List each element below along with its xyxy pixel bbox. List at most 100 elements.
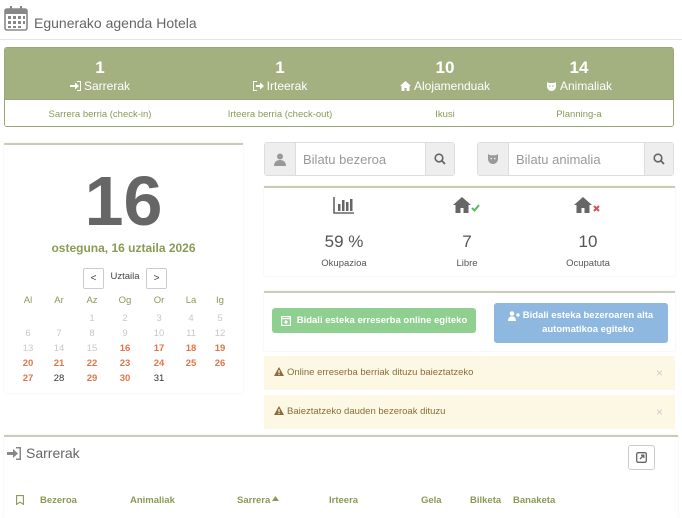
stat-value: 1 xyxy=(275,58,285,77)
calendar-day[interactable]: 31 xyxy=(143,373,175,384)
calendar-day[interactable]: 27 xyxy=(12,373,44,384)
stat-label: Sarrerak xyxy=(83,79,130,93)
weekday-label: Ig xyxy=(216,295,224,306)
external-link-icon xyxy=(636,452,647,463)
alert-text: Baieztatzeko dauden bezeroak dituzu xyxy=(287,406,446,417)
column-header-checkin[interactable]: Sarrera xyxy=(237,495,280,506)
prev-month-button[interactable]: < xyxy=(83,268,104,289)
bar-chart-icon xyxy=(333,197,354,214)
link-planning[interactable]: Planning-a xyxy=(479,109,673,120)
calendar-day[interactable]: 5 xyxy=(204,313,236,324)
current-day-number: 16 xyxy=(84,162,163,240)
section-title: Sarrerak xyxy=(26,445,80,461)
occupied-label: Ocupatuta xyxy=(566,258,610,269)
weekday-label: Ar xyxy=(54,295,64,306)
month-label: Uztaila xyxy=(110,271,140,282)
date-panel: 16 osteguna, 16 uztaila 2026 < Uztaila >… xyxy=(4,143,243,393)
stat-label: Animaliak xyxy=(559,79,613,93)
calendar-day[interactable]: 3 xyxy=(143,313,175,324)
home-check-icon xyxy=(453,197,480,213)
calendar-day-today[interactable]: 16 xyxy=(109,343,141,354)
calendar-plus-icon xyxy=(280,316,291,326)
summary-stats: 1 Sarrerak 1 Irteerak 10 Alojamenduak 14… xyxy=(5,48,673,99)
warning-icon xyxy=(274,367,284,376)
weekday-label: Og xyxy=(118,295,132,306)
calendar-day[interactable]: 19 xyxy=(204,343,236,354)
page-title: Egunerako agenda Hotela xyxy=(34,15,197,31)
column-header-delivery[interactable]: Banaketa xyxy=(513,495,555,506)
alert-online-bookings: Online erreserba berriak dituzu baieztat… xyxy=(264,356,675,390)
column-header-pickup[interactable]: Bilketa xyxy=(470,495,501,506)
calendar-day[interactable]: 11 xyxy=(175,328,207,339)
stat-label: Irteerak xyxy=(266,79,308,93)
occupied-value: 10 xyxy=(578,232,598,251)
animal-search-button[interactable] xyxy=(644,143,673,175)
calendar-day[interactable]: 23 xyxy=(109,358,141,369)
calendar-day[interactable]: 29 xyxy=(76,373,108,384)
column-header-checkout[interactable]: Irteera xyxy=(329,495,358,506)
close-icon[interactable]: × xyxy=(656,366,663,380)
calendar-day[interactable]: 10 xyxy=(143,328,175,339)
stat-sarrerak[interactable]: 1 Sarrerak xyxy=(15,58,185,94)
calendar-day[interactable]: 21 xyxy=(43,358,75,369)
calendar-week: 6 7 8 9 10 11 12 xyxy=(12,328,236,343)
actions-panel: Bidali esteka erreserba online egiteko B… xyxy=(264,291,675,351)
calendar-day[interactable]: 2 xyxy=(109,313,141,324)
close-icon[interactable]: × xyxy=(656,405,663,419)
calendar-day[interactable]: 20 xyxy=(12,358,44,369)
free-rooms: 7 Libre xyxy=(407,196,527,269)
column-header-animals[interactable]: Animaliak xyxy=(130,495,175,506)
calendar-week: 1 2 3 4 5 xyxy=(12,313,236,328)
calendar-day[interactable]: 17 xyxy=(143,343,175,354)
calendar-day[interactable]: 28 xyxy=(43,373,75,384)
calendar-day[interactable]: 24 xyxy=(143,358,175,369)
summary-panel: 1 Sarrerak 1 Irteerak 10 Alojamenduak 14… xyxy=(4,47,674,127)
client-search-button[interactable] xyxy=(425,143,454,175)
occupancy-value: 59 % xyxy=(324,232,364,251)
calendar-day[interactable]: 22 xyxy=(76,358,108,369)
warning-icon xyxy=(274,406,284,415)
checkins-section: Sarrerak Bezeroa Animaliak Sarrera Irtee… xyxy=(4,435,678,518)
calendar-icon xyxy=(4,6,28,31)
column-header-client[interactable]: Bezeroa xyxy=(40,495,77,506)
alert-pending-clients: Baieztatzeko dauden bezeroak dituzu × xyxy=(264,395,675,429)
calendar-day[interactable]: 18 xyxy=(175,343,207,354)
calendar-week: 27 28 29 30 31 xyxy=(12,373,236,388)
next-month-button[interactable]: > xyxy=(146,268,167,289)
calendar-day[interactable]: 7 xyxy=(43,328,75,339)
send-client-signup-link-button[interactable]: Bidali esteka bezeroaren alta automatiko… xyxy=(494,303,668,343)
client-search-input[interactable] xyxy=(303,149,418,169)
calendar-day[interactable]: 14 xyxy=(43,343,75,354)
calendar-day[interactable]: 15 xyxy=(76,343,108,354)
calendar-day[interactable]: 9 xyxy=(109,328,141,339)
calendar-day[interactable]: 4 xyxy=(175,313,207,324)
send-online-booking-link-button[interactable]: Bidali esteka erreserba online egiteko xyxy=(272,308,476,333)
column-header-checkin-label: Sarrera xyxy=(237,495,271,506)
calendar-day[interactable]: 8 xyxy=(76,328,108,339)
home-cross-icon xyxy=(574,197,600,213)
external-link-button[interactable] xyxy=(628,445,655,470)
stat-animaliak[interactable]: 14 Animaliak xyxy=(494,58,664,94)
calendar-day[interactable]: 25 xyxy=(175,358,207,369)
client-search xyxy=(264,142,455,176)
weekday-label: La xyxy=(185,295,197,306)
calendar-day[interactable]: 30 xyxy=(109,373,141,384)
link-new-checkin[interactable]: Sarrera berria (check-in) xyxy=(5,109,200,120)
calendar-day[interactable]: 13 xyxy=(12,343,44,354)
dog-icon xyxy=(478,143,509,175)
calendar-day[interactable]: 12 xyxy=(204,328,236,339)
calendar-day[interactable]: 26 xyxy=(204,358,236,369)
user-plus-icon xyxy=(508,311,520,321)
page-header: Egunerako agenda Hotela xyxy=(0,0,682,40)
weekday-label: Or xyxy=(153,295,165,306)
calendar-day[interactable]: 6 xyxy=(12,328,44,339)
animal-search-input[interactable] xyxy=(516,149,641,169)
calendar-day[interactable]: 1 xyxy=(76,313,108,324)
calendar-week: 13 14 15 16 17 18 19 xyxy=(12,343,236,358)
column-header-room[interactable]: Gela xyxy=(421,495,442,506)
search-icon xyxy=(653,153,665,165)
sign-out-icon xyxy=(252,81,264,91)
stat-irteerak[interactable]: 1 Irteerak xyxy=(195,58,365,94)
current-date-text: osteguna, 16 uztaila 2026 xyxy=(51,241,196,255)
occupied-rooms: 10 Ocupatuta xyxy=(528,196,648,269)
